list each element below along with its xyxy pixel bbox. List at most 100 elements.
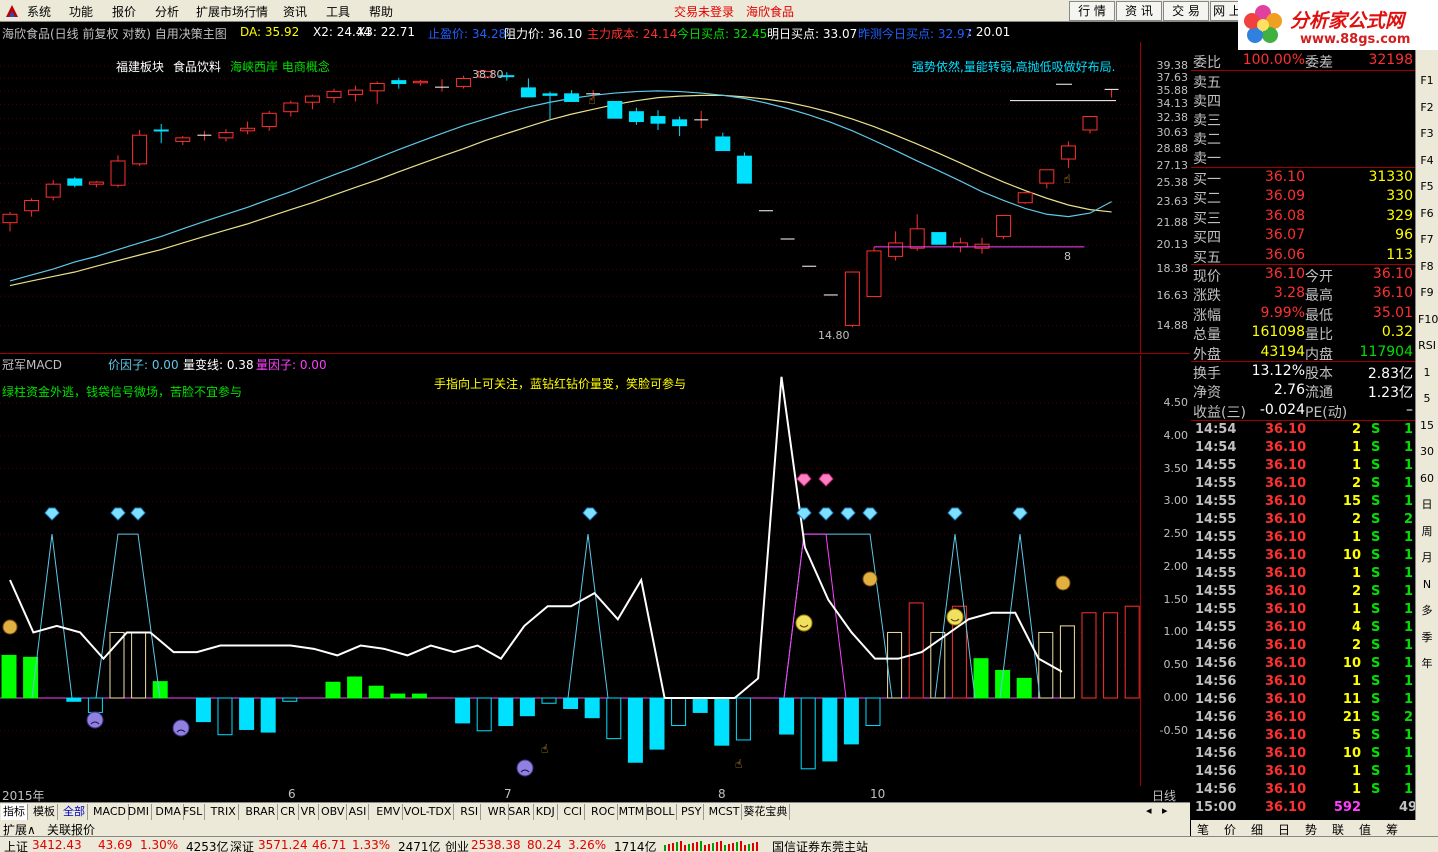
indicator-tab[interactable]: BOLL [644,804,678,820]
candle-body[interactable] [153,129,169,132]
candle-body[interactable] [24,199,40,212]
indicator-tab[interactable]: FSL [181,804,206,820]
sell1-row[interactable]: 卖一 [1191,148,1415,167]
candle-body[interactable] [456,78,472,87]
indicator-tab[interactable]: SAR [506,804,534,820]
trade-button[interactable]: 交 易 [1163,1,1209,21]
candle-body[interactable] [132,134,148,165]
side-button[interactable]: F5 [1418,178,1436,196]
buy-row[interactable]: 买五 36.06 113 [1191,247,1415,266]
candle-body[interactable] [909,228,925,249]
menu-news[interactable]: 资讯 [283,3,307,20]
side-button[interactable]: F7 [1418,231,1436,249]
login-status[interactable]: 交易未登录 [674,3,734,20]
main-chart-panel[interactable]: ☝ ☝ 福建板块 食品饮料 海峡西岸 电商概念 强势依然,量能转弱,高抛低吸做好布… [0,42,1190,354]
side-button[interactable]: N [1418,576,1436,594]
indicator-tab[interactable]: ROC [589,804,618,820]
side-button[interactable]: 季 [1418,629,1436,647]
menu-analysis[interactable]: 分析 [155,3,179,20]
menu-tools[interactable]: 工具 [326,3,350,20]
sh-label[interactable]: 上证 [4,838,28,852]
indicator-tab[interactable]: CR [278,804,299,820]
buy-row[interactable]: 买一 36.10 31330 [1191,169,1415,188]
side-button[interactable]: 60 [1418,470,1436,488]
scroll-left-icon[interactable]: ◂ [1146,804,1152,817]
scroll-controls[interactable]: ◂ ▸ [1142,803,1190,819]
indicator-tab[interactable]: CCI [561,804,585,820]
sub-title[interactable]: 冠军MACD [2,356,62,373]
indicator-tab[interactable]: VR [299,804,319,820]
menu-quote[interactable]: 报价 [112,3,136,20]
tick-row[interactable]: 14:55 36.10 1 S 1 [1191,566,1415,584]
tick-row[interactable]: 14:55 36.10 15 S 1 [1191,494,1415,512]
tick-list[interactable]: 14:54 36.10 2 S 1 14:54 36.10 1 S 1 14:55 36.10 1 S 1 1… [1191,422,1417,820]
menu-system[interactable]: 系统 [27,3,51,20]
indicator-tab[interactable]: MACD [91,804,129,820]
candle-body[interactable] [974,243,990,249]
side-button[interactable]: 年 [1418,655,1436,673]
side-button[interactable]: F8 [1418,258,1436,276]
indicator-tab[interactable]: MCST [707,804,743,820]
candle-body[interactable] [283,102,299,113]
candle-body[interactable] [218,132,234,139]
side-button[interactable]: F10 [1418,311,1438,329]
side-button[interactable]: 1 [1418,364,1436,382]
sell4-row[interactable]: 卖四 [1191,91,1415,110]
indicator-tab[interactable]: MTM [617,804,648,820]
scroll-right-icon[interactable]: ▸ [1162,804,1168,817]
tick-row[interactable]: 14:55 36.10 10 S 1 [1191,548,1415,566]
candle-body[interactable] [520,87,536,98]
side-button[interactable]: F2 [1418,99,1436,117]
side-button[interactable]: 多 [1418,602,1436,620]
tick-row[interactable]: 14:56 36.10 21 S 2 [1191,710,1415,728]
candle-body[interactable] [240,127,256,132]
indicator-tab[interactable]: EMV [374,804,404,820]
side-button[interactable]: F1 [1418,72,1436,90]
side-button[interactable]: RSI [1418,337,1436,355]
indicator-tab[interactable]: RSI [458,804,482,820]
indicator-tab[interactable]: DMA [153,804,184,820]
tick-row[interactable]: 14:55 36.10 1 S 1 [1191,530,1415,548]
tick-row[interactable]: 15:00 36.10 592 49 [1191,800,1417,818]
candle-body[interactable] [672,119,688,127]
menu-help[interactable]: 帮助 [369,3,393,20]
tick-row[interactable]: 14:55 36.10 2 S 2 [1191,512,1415,530]
tick-row[interactable]: 14:55 36.10 1 S 1 [1191,458,1415,476]
candle-body[interactable] [1060,145,1076,160]
candle-body[interactable] [88,181,104,185]
candle-body[interactable] [175,137,191,142]
buy-row[interactable]: 买三 36.08 329 [1191,208,1415,227]
indicator-tab[interactable]: OBV [319,804,348,820]
candle-body[interactable] [369,83,385,92]
indicator-tab[interactable]: 模板 [31,804,58,820]
candle-body[interactable] [67,178,83,186]
tick-row[interactable]: 14:54 36.10 1 S 1 [1191,440,1415,458]
indicator-tab[interactable]: TRIX [209,804,239,820]
side-button[interactable]: 日 [1418,496,1436,514]
tick-row[interactable]: 14:55 36.10 2 S 1 [1191,584,1415,602]
candle-body[interactable] [391,80,407,85]
candle-body[interactable] [1039,169,1055,184]
indicator-tab[interactable]: 葵花宝典 [741,804,791,820]
side-button[interactable]: 月 [1418,549,1436,567]
indicator-tab[interactable]: VOL-TDX [402,804,455,820]
candle-body[interactable] [304,95,320,103]
tick-row[interactable]: 14:56 36.10 11 S 1 [1191,692,1415,710]
tick-row[interactable]: 14:56 36.10 1 S 1 [1191,764,1415,782]
candle-body[interactable] [844,271,860,326]
menu-ext-market[interactable]: 扩展市场行情 [196,3,268,20]
news-button[interactable]: 资 讯 [1116,1,1162,21]
tick-row[interactable]: 14:56 36.10 1 S 1 [1191,782,1415,800]
candle-body[interactable] [412,80,428,84]
indicator-tab[interactable]: 全部 [61,804,88,820]
candle-body[interactable] [996,214,1012,237]
tick-row[interactable]: 14:55 36.10 4 S 1 [1191,620,1415,638]
side-button[interactable]: F6 [1418,205,1436,223]
sell5-row[interactable]: 卖五 [1191,72,1415,91]
candle-body[interactable] [1017,192,1033,204]
candle-body[interactable] [110,160,126,186]
buy-row[interactable]: 买二 36.09 330 [1191,188,1415,207]
candle-body[interactable] [628,111,644,123]
sell3-row[interactable]: 卖三 [1191,110,1415,129]
side-button[interactable]: 5 [1418,390,1436,408]
